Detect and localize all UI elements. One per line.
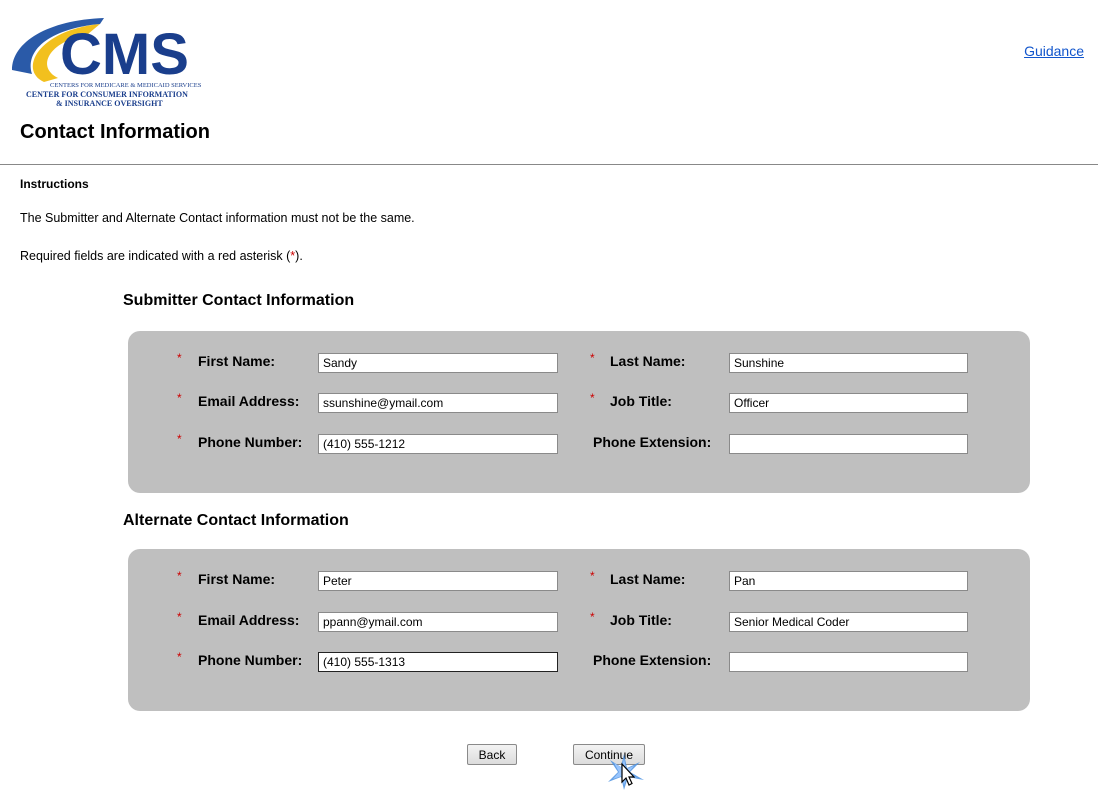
logo-line2: CENTER FOR CONSUMER INFORMATION	[26, 90, 188, 99]
required-marker: *	[590, 610, 595, 624]
instructions-heading: Instructions	[20, 177, 89, 191]
required-marker: *	[590, 569, 595, 583]
alternate-phone-label: Phone Number:	[198, 652, 303, 668]
required-marker: *	[590, 391, 595, 405]
submitter-section-title: Submitter Contact Information	[123, 292, 355, 309]
submitter-phone-label: Phone Number:	[198, 434, 303, 450]
alternate-extension-label: Phone Extension:	[593, 652, 712, 668]
required-marker: *	[177, 391, 182, 405]
required-marker: *	[177, 351, 182, 365]
alternate-extension-input[interactable]	[729, 652, 968, 672]
logo-text: CMS	[60, 22, 189, 87]
required-marker: *	[177, 610, 182, 624]
alternate-last-name-label: Last Name:	[610, 571, 686, 587]
submitter-email-label: Email Address:	[198, 393, 300, 409]
alternate-first-name-input[interactable]	[318, 571, 558, 591]
logo-line3: & INSURANCE OVERSIGHT	[56, 99, 163, 108]
submitter-extension-input[interactable]	[729, 434, 968, 454]
submitter-extension-label: Phone Extension:	[593, 434, 712, 450]
instructions-line-2: Required fields are indicated with a red…	[20, 249, 303, 263]
back-button[interactable]: Back	[467, 744, 517, 765]
continue-button[interactable]: Continue	[573, 744, 645, 765]
submitter-first-name-label: First Name:	[198, 353, 276, 369]
submitter-last-name-input[interactable]	[729, 353, 968, 373]
required-marker: *	[177, 432, 182, 446]
submitter-job-title-label: Job Title:	[610, 393, 672, 409]
required-marker: *	[177, 650, 182, 664]
submitter-phone-input[interactable]	[318, 434, 558, 454]
alternate-email-label: Email Address:	[198, 612, 300, 628]
alternate-panel: * First Name: * Last Name: * Email Addre…	[128, 549, 1030, 711]
logo-line1: CENTERS FOR MEDICARE & MEDICAID SERVICES	[50, 82, 202, 89]
submitter-first-name-input[interactable]	[318, 353, 558, 373]
instructions-line-2-text: Required fields are indicated with a red…	[20, 249, 291, 263]
alternate-last-name-input[interactable]	[729, 571, 968, 591]
instructions-line-1: The Submitter and Alternate Contact info…	[20, 211, 415, 225]
guidance-link[interactable]: Guidance	[1024, 43, 1084, 59]
alternate-job-title-input[interactable]	[729, 612, 968, 632]
alternate-job-title-label: Job Title:	[610, 612, 672, 628]
alternate-phone-input[interactable]	[318, 652, 558, 672]
cms-logo: CMS CENTERS FOR MEDICARE & MEDICAID SERV…	[12, 18, 202, 108]
alternate-first-name-label: First Name:	[198, 571, 276, 587]
header-divider	[0, 164, 1098, 165]
alternate-section-title: Alternate Contact Information	[123, 512, 349, 529]
submitter-job-title-input[interactable]	[729, 393, 968, 413]
required-marker: *	[590, 351, 595, 365]
page-title: Contact Information	[20, 121, 210, 143]
instructions-line-2-end: ).	[295, 249, 303, 263]
alternate-email-input[interactable]	[318, 612, 558, 632]
submitter-email-input[interactable]	[318, 393, 558, 413]
submitter-last-name-label: Last Name:	[610, 353, 686, 369]
submitter-panel: * First Name: * Last Name: * Email Addre…	[128, 331, 1030, 493]
required-marker: *	[177, 569, 182, 583]
